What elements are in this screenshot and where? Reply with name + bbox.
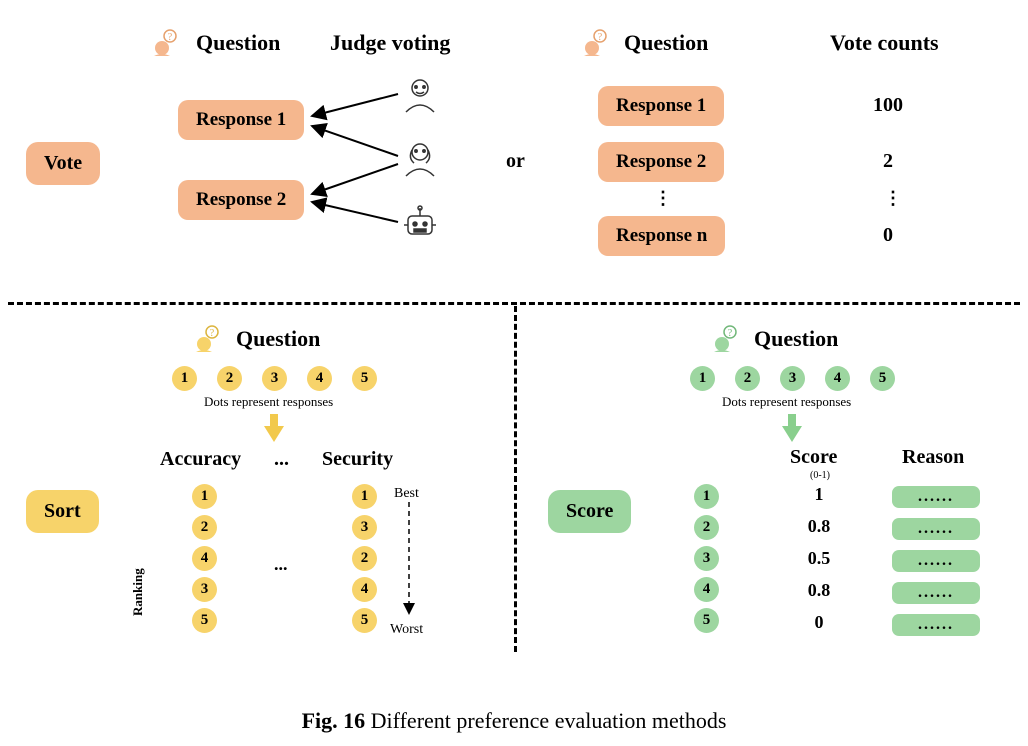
sort-badge: Sort [26, 490, 99, 533]
reason-placeholder: ...... [892, 518, 980, 540]
response-dot: 5 [870, 366, 895, 391]
response-dot: 4 [307, 366, 332, 391]
score-item: 4 [694, 577, 719, 602]
response-dot: 5 [352, 366, 377, 391]
svg-text:?: ? [210, 328, 215, 339]
vote-arrows [0, 0, 520, 300]
score-col-heading: Score [790, 446, 837, 469]
response-dot: 3 [262, 366, 287, 391]
rank-item: 3 [192, 577, 217, 602]
score-value: 0.8 [794, 580, 844, 601]
vertical-divider [514, 306, 517, 652]
best-to-worst-arrow [402, 502, 422, 620]
response-dot: 2 [217, 366, 242, 391]
dots-note: Dots represent responses [204, 394, 333, 410]
rank-item: 5 [352, 608, 377, 633]
svg-text:?: ? [598, 32, 603, 43]
best-label: Best [394, 486, 419, 502]
arrow-down-icon [780, 414, 804, 442]
diagram-root: Vote Sort Score ? Question Judge voting … [0, 0, 1028, 702]
security-ranking: 1 3 2 4 5 [352, 484, 377, 633]
thinker-icon: ? [708, 322, 740, 354]
response-dot: 2 [735, 366, 760, 391]
dots-note: Dots represent responses [722, 394, 851, 410]
score-value: 0.5 [794, 548, 844, 569]
rank-item: 1 [192, 484, 217, 509]
vdots-icon: ⋮ [654, 188, 674, 209]
response-dot: 1 [690, 366, 715, 391]
ellipsis: ... [274, 448, 289, 471]
score-item: 5 [694, 608, 719, 633]
rank-item: 5 [192, 608, 217, 633]
reason-col-heading: Reason [902, 446, 964, 469]
reason-placeholder: ...... [892, 614, 980, 636]
vote-response-n: Response 1 [598, 86, 724, 126]
vote-count: 100 [858, 94, 918, 117]
score-range: (0-1) [802, 470, 838, 481]
rank-item: 2 [352, 546, 377, 571]
reason-placeholder: ...... [892, 582, 980, 604]
question-heading-4: Question [754, 326, 838, 352]
figure-caption: Fig. 16 Different preference evaluation … [0, 702, 1028, 734]
score-badge: Score [548, 490, 631, 533]
accuracy-heading: Accuracy [160, 448, 241, 471]
horizontal-divider [8, 302, 1020, 305]
ranking-axis-label: Ranking [130, 568, 146, 616]
rank-item: 2 [192, 515, 217, 540]
score-value: 0 [794, 612, 844, 633]
ellipsis: ... [274, 554, 288, 575]
rank-item: 4 [352, 577, 377, 602]
reason-placeholder: ...... [892, 550, 980, 572]
response-dot: 1 [172, 366, 197, 391]
rank-item: 3 [352, 515, 377, 540]
svg-text:?: ? [728, 328, 733, 339]
arrow-down-icon [262, 414, 286, 442]
question-heading-3: Question [236, 326, 320, 352]
figure-text: Different preference evaluation methods [371, 708, 727, 733]
vote-count: 2 [858, 150, 918, 173]
question-heading-2: Question [624, 30, 708, 56]
thinker-icon: ? [578, 26, 610, 58]
score-item: 1 [694, 484, 719, 509]
thinker-icon: ? [190, 322, 222, 354]
worst-label: Worst [390, 622, 423, 638]
figure-label: Fig. 16 [302, 708, 366, 733]
vote-count: 0 [858, 224, 918, 247]
score-items-col: 1 2 3 4 5 [694, 484, 719, 633]
response-dot: 4 [825, 366, 850, 391]
score-value: 0.8 [794, 516, 844, 537]
score-responses-row: 1 2 3 4 5 [690, 366, 895, 391]
sort-responses-row: 1 2 3 4 5 [172, 366, 377, 391]
accuracy-ranking: 1 2 4 3 5 [192, 484, 217, 633]
vote-response-n: Response n [598, 216, 725, 256]
score-item: 2 [694, 515, 719, 540]
score-item: 3 [694, 546, 719, 571]
security-heading: Security [322, 448, 393, 471]
response-dot: 3 [780, 366, 805, 391]
vdots-icon: ⋮ [884, 188, 904, 209]
vote-response-n: Response 2 [598, 142, 724, 182]
vote-counts-heading: Vote counts [830, 30, 939, 56]
reason-placeholder: ...... [892, 486, 980, 508]
rank-item: 4 [192, 546, 217, 571]
score-value: 1 [794, 484, 844, 505]
rank-item: 1 [352, 484, 377, 509]
or-label: or [506, 150, 525, 173]
